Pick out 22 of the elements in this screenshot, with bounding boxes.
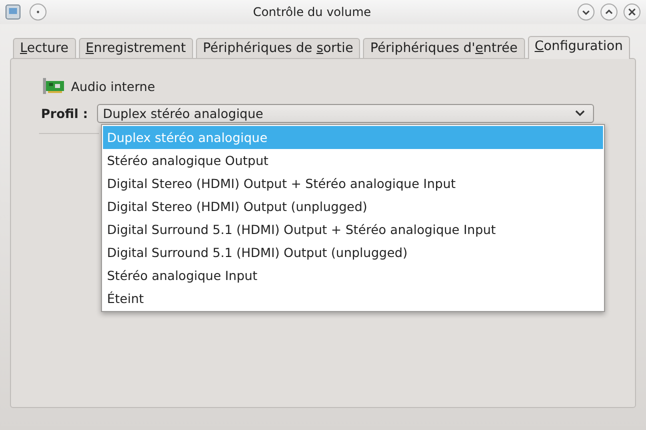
chevron-down-icon [574,110,585,117]
device-name: Audio interne [71,78,156,94]
sound-card-icon [43,77,65,95]
dropdown-option[interactable]: Éteint [103,287,603,310]
profile-dropdown[interactable]: Duplex stéréo analogique [96,104,594,123]
window-title: Contrôle du volume [252,5,372,19]
dropdown-option[interactable]: Digital Stereo (HDMI) Output (unplugged) [103,195,603,218]
tab[interactable]: Enregistrement [78,38,193,59]
tab[interactable]: Périphériques de sortie [196,38,360,59]
maximize-button[interactable] [600,3,618,21]
tab[interactable]: Configuration [528,36,630,59]
dropdown-option[interactable]: Stéréo analogique Output [103,149,603,172]
tab[interactable]: Lecture [13,38,76,59]
dropdown-option[interactable]: Digital Surround 5.1 (HDMI) Output (unplugged) [103,241,603,264]
app-icon [5,4,21,20]
tab[interactable]: Périphériques d'entrée [363,38,525,59]
minimize-button[interactable] [577,3,595,21]
dropdown-option[interactable]: Digital Surround 5.1 (HDMI) Output + Stéréo analogique Input [103,218,603,241]
profile-label: Profil : [41,106,88,121]
dropdown-option[interactable]: Digital Stereo (HDMI) Output + Stéréo analogique Input [103,172,603,195]
dropdown-option[interactable]: Stéréo analogique Input [103,264,603,287]
close-button[interactable] [623,3,641,21]
